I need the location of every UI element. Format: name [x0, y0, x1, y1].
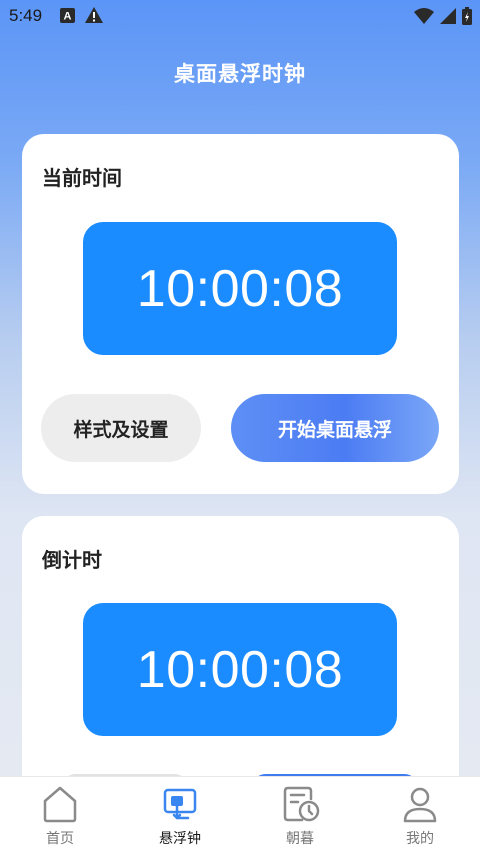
profile-icon — [400, 784, 440, 824]
a-box-icon: A — [60, 7, 75, 27]
countdown-card: 倒计时 10:00:08 — [22, 516, 459, 816]
wifi-icon — [414, 8, 434, 28]
floating-clock-icon — [160, 784, 200, 824]
calendar-clock-icon — [280, 784, 320, 824]
status-bar: 5:49 A — [0, 0, 480, 34]
home-icon — [40, 784, 80, 824]
battery-icon — [462, 7, 472, 29]
tab-profile[interactable]: 我的 — [360, 777, 480, 853]
warning-icon — [85, 7, 103, 27]
tab-floating-clock-label: 悬浮钟 — [159, 831, 201, 847]
tab-home[interactable]: 首页 — [0, 777, 120, 853]
bottom-tab-bar: 首页 悬浮钟 朝暮 我的 — [0, 776, 480, 853]
tab-morning-evening[interactable]: 朝暮 — [240, 777, 360, 853]
tab-profile-label: 我的 — [406, 831, 434, 847]
svg-text:A: A — [64, 10, 72, 22]
start-floating-button[interactable]: 开始桌面悬浮 — [231, 394, 439, 462]
status-time: 5:49 — [9, 6, 43, 25]
tab-floating-clock[interactable]: 悬浮钟 — [120, 777, 240, 853]
current-time-title: 当前时间 — [42, 166, 122, 190]
tab-morning-evening-label: 朝暮 — [286, 831, 314, 847]
current-time-display: 10:00:08 — [83, 222, 397, 355]
current-time-card: 当前时间 10:00:08 样式及设置 开始桌面悬浮 — [22, 134, 459, 494]
countdown-title: 倒计时 — [42, 548, 102, 572]
style-settings-button[interactable]: 样式及设置 — [41, 394, 201, 462]
countdown-display: 10:00:08 — [83, 603, 397, 736]
tab-home-label: 首页 — [46, 831, 74, 847]
signal-icon — [440, 8, 456, 28]
page-title: 桌面悬浮时钟 — [174, 62, 306, 86]
